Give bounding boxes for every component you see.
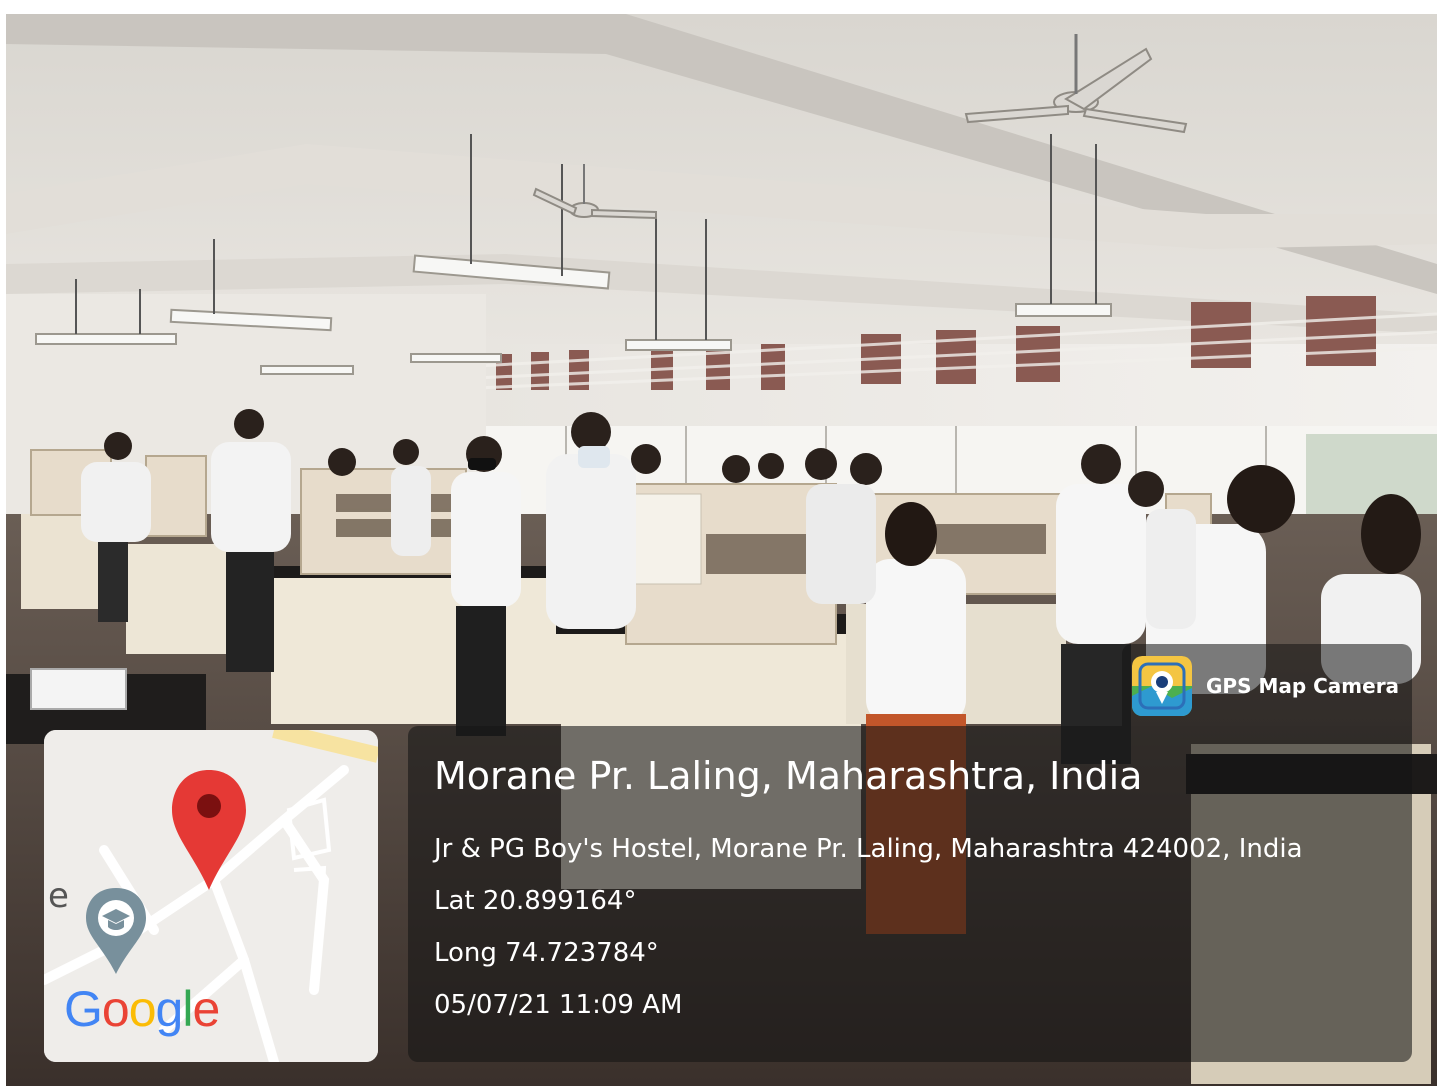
google-logo-letter: G bbox=[64, 981, 103, 1037]
google-logo-letter: o bbox=[128, 981, 157, 1037]
map-label-fragment: e bbox=[48, 876, 69, 916]
google-logo: Google bbox=[64, 980, 220, 1038]
google-logo-letter: l bbox=[182, 981, 193, 1037]
place-title: Morane Pr. Laling, Maharashtra, India bbox=[434, 754, 1143, 798]
longitude-text: Long 74.723784° bbox=[434, 938, 659, 968]
map-camera-icon bbox=[1132, 656, 1192, 716]
map-thumbnail: e Google bbox=[44, 730, 378, 1062]
google-logo-letter: e bbox=[192, 981, 220, 1037]
gps-app-badge: GPS Map Camera bbox=[1122, 644, 1412, 726]
photo-frame: GPS Map Camera Morane Pr. Laling, Mahara… bbox=[0, 0, 1437, 1086]
address-text: Jr & PG Boy's Hostel, Morane Pr. Laling,… bbox=[434, 834, 1303, 864]
latitude-text: Lat 20.899164° bbox=[434, 886, 637, 916]
datetime-text: 05/07/21 11:09 AM bbox=[434, 990, 683, 1020]
google-logo-letter: o bbox=[101, 981, 130, 1037]
google-logo-letter: g bbox=[155, 981, 184, 1037]
location-info-panel: Morane Pr. Laling, Maharashtra, India Jr… bbox=[408, 726, 1412, 1062]
app-name: GPS Map Camera bbox=[1206, 674, 1400, 698]
